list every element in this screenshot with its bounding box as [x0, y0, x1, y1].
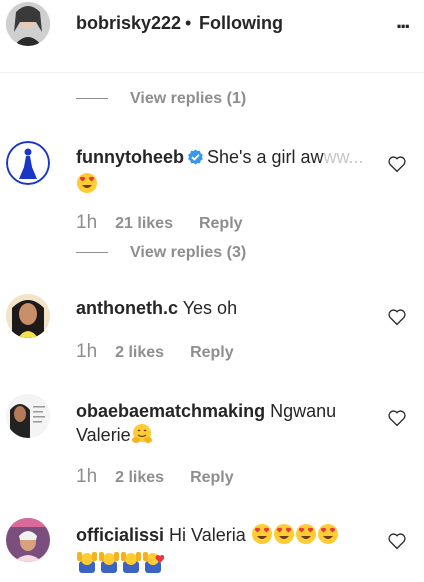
comment-meta: 1h 21 likes Reply: [76, 212, 243, 234]
comment-time: 1h: [76, 212, 98, 233]
commenter-avatar[interactable]: [6, 294, 50, 338]
raising-hands-emoji-icon: [98, 551, 120, 579]
comment-time: 1h: [76, 341, 98, 362]
reply-button[interactable]: Reply: [190, 344, 234, 361]
profile-avatar[interactable]: [6, 2, 50, 46]
replies-divider: [76, 98, 108, 100]
comment-likes[interactable]: 21 likes: [115, 215, 173, 232]
avatar-photo-icon: [6, 518, 50, 562]
view-replies-button[interactable]: View replies (3): [76, 244, 246, 262]
avatar-silhouette-icon: [6, 141, 50, 185]
comment-text: Ngwanu: [270, 401, 337, 421]
comment-text: She's a girl aw: [207, 147, 324, 167]
hugging-face-emoji-icon: [131, 423, 153, 451]
heart-eyes-emoji-icon: [76, 172, 98, 200]
heart-eyes-emoji-icon: [273, 523, 295, 551]
following-button[interactable]: Following: [199, 13, 283, 34]
replies-divider: [76, 252, 108, 254]
commenter-avatar[interactable]: [6, 518, 50, 562]
comment-body: anthoneth.c Yes oh: [76, 297, 376, 320]
raising-hands-heart-emoji-icon: [142, 551, 165, 579]
comment-text: Hi Valeria: [169, 525, 246, 545]
header-username[interactable]: bobrisky222: [76, 13, 181, 34]
raising-hands-emoji-icon: [120, 551, 142, 579]
commenter-avatar[interactable]: [6, 141, 50, 185]
raising-hands-emoji-icon: [76, 551, 98, 579]
comment-meta: 1h 2 likes Reply: [76, 466, 234, 488]
more-options-icon[interactable]: ...: [396, 8, 410, 34]
comment-time: 1h: [76, 466, 98, 487]
comment-meta: 1h 2 likes Reply: [76, 341, 234, 363]
view-replies-button[interactable]: View replies (1): [76, 90, 246, 108]
view-replies-label: View replies (3): [130, 244, 247, 261]
comment-username[interactable]: anthoneth.c: [76, 298, 178, 318]
post-header: bobrisky222 • Following ...: [0, 0, 424, 73]
comment-likes[interactable]: 2 likes: [115, 469, 164, 486]
reply-button[interactable]: Reply: [190, 469, 234, 486]
comment-username[interactable]: funnytoheeb: [76, 147, 184, 167]
commenter-avatar[interactable]: [6, 394, 50, 438]
heart-eyes-emoji-icon: [317, 523, 339, 551]
comment-likes[interactable]: 2 likes: [115, 344, 164, 361]
comment-text: Yes oh: [182, 298, 238, 318]
like-heart-icon[interactable]: [387, 409, 407, 427]
like-heart-icon[interactable]: [387, 308, 407, 326]
like-heart-icon[interactable]: [387, 532, 407, 550]
view-replies-label: View replies (1): [130, 90, 247, 107]
comment-body: funnytoheeb She's a girl awww...: [76, 146, 376, 200]
reply-button[interactable]: Reply: [199, 215, 243, 232]
heart-eyes-emoji-icon: [251, 523, 273, 551]
comment-text-overflow: ww...: [323, 147, 364, 167]
header-separator: •: [185, 13, 192, 33]
comment-username[interactable]: officialissi: [76, 525, 164, 545]
heart-eyes-emoji-icon: [295, 523, 317, 551]
comment-text: Valerie: [76, 425, 131, 445]
comment-body: officialissi Hi Valeria: [76, 523, 386, 579]
comment-username[interactable]: obaebaematchmaking: [76, 401, 265, 421]
avatar-photo-icon: [6, 294, 50, 338]
like-heart-icon[interactable]: [387, 155, 407, 173]
profile-photo-icon: [6, 2, 50, 46]
comment-body: obaebaematchmaking Ngwanu Valerie: [76, 400, 376, 451]
avatar-photo-icon: [6, 394, 50, 438]
verified-badge-icon: [187, 149, 204, 172]
